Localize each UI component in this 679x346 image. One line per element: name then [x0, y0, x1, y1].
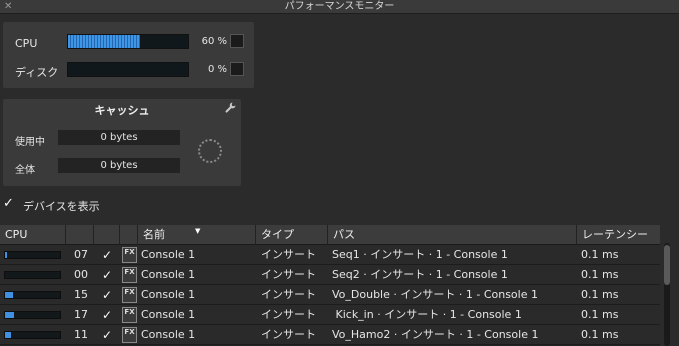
row-cpu-meter — [4, 291, 61, 299]
row-cpu-meter-fill — [5, 332, 12, 338]
row-enabled-checkbox[interactable]: ✓ — [100, 328, 114, 342]
fx-icon-label: FX — [124, 268, 135, 276]
checkmark-icon[interactable]: ✓ — [3, 197, 17, 211]
column-header-type[interactable]: タイプ — [256, 225, 328, 245]
cpu-peak-indicator[interactable] — [230, 34, 244, 48]
row-path: Kick_in · インサート · 1 - Console 1 — [332, 308, 522, 321]
cpu-label: CPU — [15, 37, 38, 50]
row-latency: 0.1 ms — [581, 308, 619, 321]
row-path: Vo_Double · インサート · 1 - Console 1 — [332, 288, 538, 301]
row-type: インサート — [261, 248, 316, 261]
table-row[interactable]: 15 ✓ FX Console 1 インサート Vo_Double · インサート · 1… — [0, 285, 660, 305]
cpu-percent: 60 % — [201, 36, 227, 47]
row-cpu-meter-fill — [5, 292, 14, 298]
disk-meter — [67, 62, 189, 77]
column-header-enabled[interactable] — [94, 225, 120, 245]
column-header-path[interactable]: パス — [328, 225, 577, 245]
row-path: Vo_Hamo2 · インサート · 1 - Console 1 — [332, 328, 539, 341]
column-header-fx[interactable] — [120, 225, 138, 245]
cpu-meter — [67, 34, 189, 49]
row-latency: 0.1 ms — [581, 288, 619, 301]
table-scrollbar[interactable] — [660, 225, 679, 346]
row-cpu-meter-fill — [5, 312, 15, 318]
fx-icon[interactable]: FX — [122, 327, 137, 343]
row-enabled-checkbox[interactable]: ✓ — [100, 268, 114, 282]
row-cpu-meter-fill — [5, 252, 8, 258]
plugin-table: CPU 名前 ▼ タイプ パス レーテンシー 07 ✓ FX Console 1 インサ… — [0, 225, 660, 346]
cache-title: キャッシュ — [94, 104, 150, 117]
row-cpu-number: 11 — [74, 328, 88, 341]
table-row[interactable]: 00 ✓ FX Console 1 インサート Seq2 · インサート · 1 - Co… — [0, 265, 660, 285]
fx-icon-label: FX — [124, 308, 135, 316]
row-cpu-meter — [4, 271, 61, 279]
column-header-latency[interactable]: レーテンシー — [577, 225, 660, 245]
cpu-meter-fill — [68, 35, 140, 48]
title-bar: ✕ パフォーマンスモニター — [0, 0, 679, 14]
row-enabled-checkbox[interactable]: ✓ — [100, 248, 114, 262]
loading-spinner-icon — [198, 139, 222, 163]
row-type: インサート — [261, 328, 316, 341]
fx-icon[interactable]: FX — [122, 287, 137, 303]
row-enabled-checkbox[interactable]: ✓ — [100, 308, 114, 322]
show-devices-label: デバイスを表示 — [23, 200, 100, 213]
cache-total-value: 0 bytes — [58, 158, 180, 173]
row-name: Console 1 — [141, 268, 196, 281]
table-row[interactable]: 07 ✓ FX Console 1 インサート Seq1 · インサート · 1 - Co… — [0, 245, 660, 265]
fx-icon[interactable]: FX — [122, 247, 137, 263]
row-cpu-number: 17 — [74, 308, 88, 321]
row-cpu-number: 15 — [74, 288, 88, 301]
row-type: インサート — [261, 288, 316, 301]
row-cpu-number: 07 — [74, 248, 88, 261]
scrollbar-thumb[interactable] — [664, 245, 670, 285]
table-row[interactable]: 17 ✓ FX Console 1 インサート Kick_in · インサート · 1 … — [0, 305, 660, 325]
row-name: Console 1 — [141, 308, 196, 321]
table-row[interactable]: 11 ✓ FX Console 1 インサート Vo_Hamo2 · インサート · 1 … — [0, 325, 660, 345]
row-type: インサート — [261, 308, 316, 321]
row-name: Console 1 — [141, 288, 196, 301]
row-latency: 0.1 ms — [581, 268, 619, 281]
window-title: パフォーマンスモニター — [284, 1, 395, 12]
wrench-icon[interactable] — [225, 102, 236, 116]
fx-icon-label: FX — [124, 248, 135, 256]
row-latency: 0.1 ms — [581, 248, 619, 261]
fx-icon-label: FX — [124, 328, 135, 336]
row-cpu-meter — [4, 311, 61, 319]
performance-panel: CPU 60 % ディスク 0 % — [3, 22, 254, 88]
row-cpu-number: 00 — [74, 268, 88, 281]
table-header: CPU 名前 ▼ タイプ パス レーテンシー — [0, 225, 660, 245]
row-type: インサート — [261, 268, 316, 281]
row-cpu-meter — [4, 331, 61, 339]
row-enabled-checkbox[interactable]: ✓ — [100, 288, 114, 302]
column-header-cpu[interactable]: CPU — [0, 225, 66, 245]
disk-label: ディスク — [15, 66, 59, 79]
row-path: Seq1 · インサート · 1 - Console 1 — [332, 248, 508, 261]
row-name: Console 1 — [141, 328, 196, 341]
row-name: Console 1 — [141, 248, 196, 261]
disk-peak-indicator[interactable] — [230, 62, 244, 76]
column-header-number[interactable] — [66, 225, 94, 245]
fx-icon[interactable]: FX — [122, 267, 137, 283]
fx-icon[interactable]: FX — [122, 307, 137, 323]
fx-icon-label: FX — [124, 288, 135, 296]
cache-panel: キャッシュ 使用中 0 bytes 全体 0 bytes — [3, 99, 241, 186]
sort-descending-icon: ▼ — [195, 227, 201, 235]
row-path: Seq2 · インサート · 1 - Console 1 — [332, 268, 508, 281]
row-cpu-meter — [4, 251, 61, 259]
cache-total-label: 全体 — [15, 165, 35, 176]
cache-in-use-value: 0 bytes — [58, 130, 180, 145]
disk-percent: 0 % — [207, 64, 227, 75]
cache-in-use-label: 使用中 — [15, 137, 45, 148]
row-latency: 0.1 ms — [581, 328, 619, 341]
